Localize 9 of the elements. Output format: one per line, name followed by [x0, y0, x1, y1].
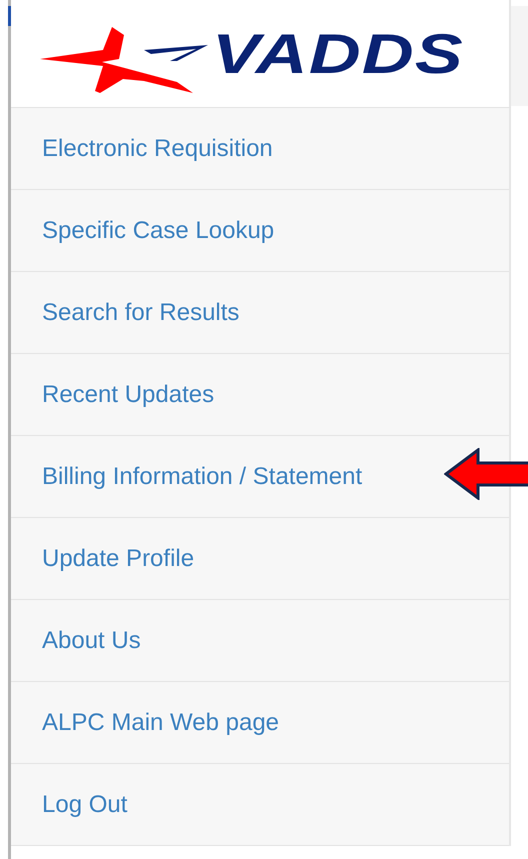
menu-link[interactable]: Update Profile	[42, 544, 194, 572]
menu-link[interactable]: Log Out	[42, 790, 128, 818]
menu-link[interactable]: Recent Updates	[42, 380, 214, 408]
menu-link[interactable]: Search for Results	[42, 298, 240, 326]
logo-wordmark: VADDS	[212, 21, 464, 86]
menu-link[interactable]: Electronic Requisition	[42, 134, 273, 162]
menu-link[interactable]: About Us	[42, 626, 141, 654]
menu-link[interactable]: ALPC Main Web page	[42, 708, 280, 736]
menu-link[interactable]: Specific Case Lookup	[42, 216, 274, 244]
